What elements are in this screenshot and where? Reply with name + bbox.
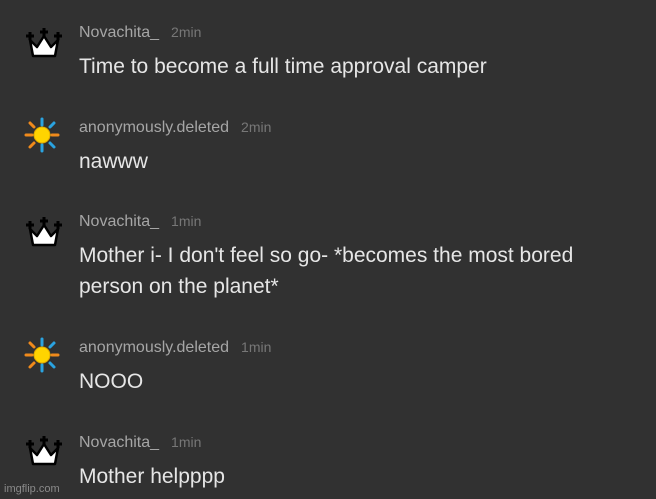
message-text: NOOO bbox=[79, 370, 144, 393]
message-text: nawww bbox=[79, 150, 148, 173]
watermark: imgflip.com bbox=[4, 483, 60, 495]
timestamp: 2min bbox=[241, 119, 272, 135]
username[interactable]: Novachita_ bbox=[79, 24, 159, 41]
username[interactable]: Novachita_ bbox=[79, 434, 159, 451]
timestamp: 2min bbox=[171, 24, 202, 40]
username[interactable]: Novachita_ bbox=[79, 213, 159, 230]
crown-icon[interactable] bbox=[24, 434, 64, 470]
timestamp: 1min bbox=[171, 434, 202, 450]
username[interactable]: anonymously.deleted bbox=[79, 119, 229, 136]
chat-feed: Novachita_ 2min Time to become a full tim… bbox=[0, 0, 656, 499]
sun-icon[interactable] bbox=[24, 337, 64, 373]
crown-icon[interactable] bbox=[24, 26, 64, 62]
message-text: Time to become a full time approval camp… bbox=[79, 55, 487, 78]
message-text: Mother i- I don't feel so go- *becomes t… bbox=[79, 244, 574, 298]
message-text: Mother helpppp bbox=[79, 465, 225, 488]
crown-icon[interactable] bbox=[24, 215, 64, 251]
timestamp: 1min bbox=[171, 213, 202, 229]
sun-icon[interactable] bbox=[24, 117, 64, 153]
timestamp: 1min bbox=[241, 339, 272, 355]
username[interactable]: anonymously.deleted bbox=[79, 339, 229, 356]
